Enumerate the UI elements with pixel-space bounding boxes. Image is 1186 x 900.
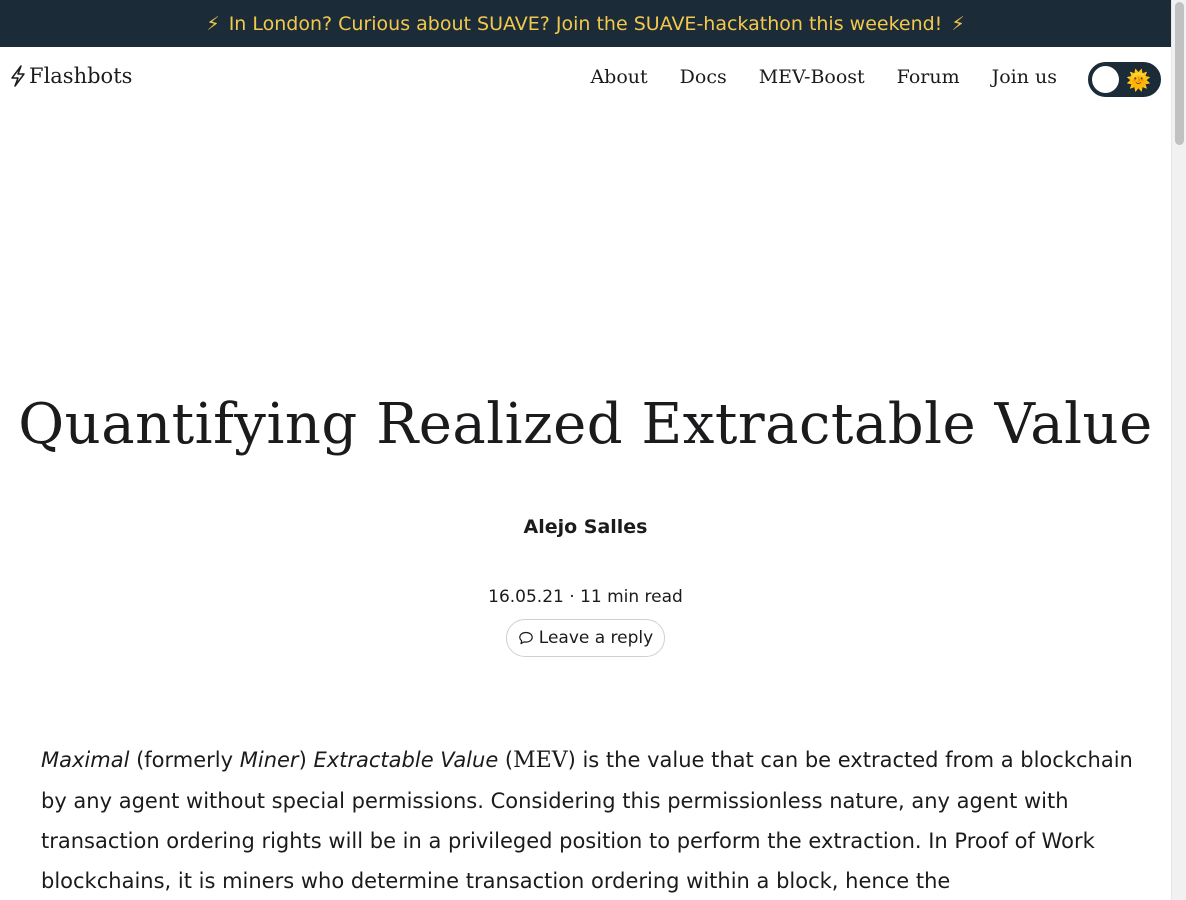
banner-text[interactable]: In London? Curious about SUAVE? Join the… <box>229 13 943 35</box>
nav-link-mev-boost[interactable]: MEV-Boost <box>743 66 881 88</box>
term-maximal: Maximal <box>41 748 130 772</box>
brand-logo[interactable]: Flashbots <box>9 64 132 88</box>
leave-reply-button[interactable]: Leave a reply <box>506 619 665 657</box>
sun-icon: 🌞 <box>1126 68 1151 92</box>
text-run: (formerly <box>129 748 240 772</box>
article-title: Quantifying Realized Extractable Value <box>18 392 1153 457</box>
announcement-banner[interactable]: ⚡ In London? Curious about SUAVE? Join t… <box>0 0 1171 47</box>
article-meta: 16.05.21 · 11 min read <box>0 587 1171 607</box>
meta-separator: · <box>563 587 581 607</box>
nav-links: About Docs MEV-Boost Forum Join us <box>574 66 1073 88</box>
toggle-knob <box>1092 66 1119 93</box>
text-run: ( <box>498 748 514 772</box>
lightning-icon: ⚡ <box>951 12 965 35</box>
term-extractable-value: Extractable Value <box>313 748 499 772</box>
top-navbar: Flashbots About Docs MEV-Boost Forum Joi… <box>0 47 1171 113</box>
lightning-logo-icon <box>11 65 25 87</box>
nav-link-join-us[interactable]: Join us <box>976 66 1073 88</box>
lightning-icon: ⚡ <box>206 12 220 35</box>
term-mev: MEV <box>513 748 568 773</box>
leave-reply-label: Leave a reply <box>538 628 654 648</box>
term-miner: Miner <box>239 748 299 772</box>
brand-name: Flashbots <box>29 64 133 88</box>
article-date: 16.05.21 <box>488 587 564 607</box>
text-run: ) <box>298 748 314 772</box>
nav-link-docs[interactable]: Docs <box>664 66 743 88</box>
article-intro-paragraph: Maximal (formerly Miner) Extractable Val… <box>41 740 1151 900</box>
theme-toggle[interactable]: 🌞 <box>1088 62 1161 97</box>
page-scrollbar[interactable] <box>1171 0 1186 900</box>
read-time: 11 min read <box>580 587 683 607</box>
comment-icon <box>518 631 533 645</box>
scrollbar-thumb[interactable] <box>1175 2 1184 145</box>
nav-link-about[interactable]: About <box>574 66 663 88</box>
nav-link-forum[interactable]: Forum <box>881 66 976 88</box>
article-author: Alejo Salles <box>523 516 648 538</box>
